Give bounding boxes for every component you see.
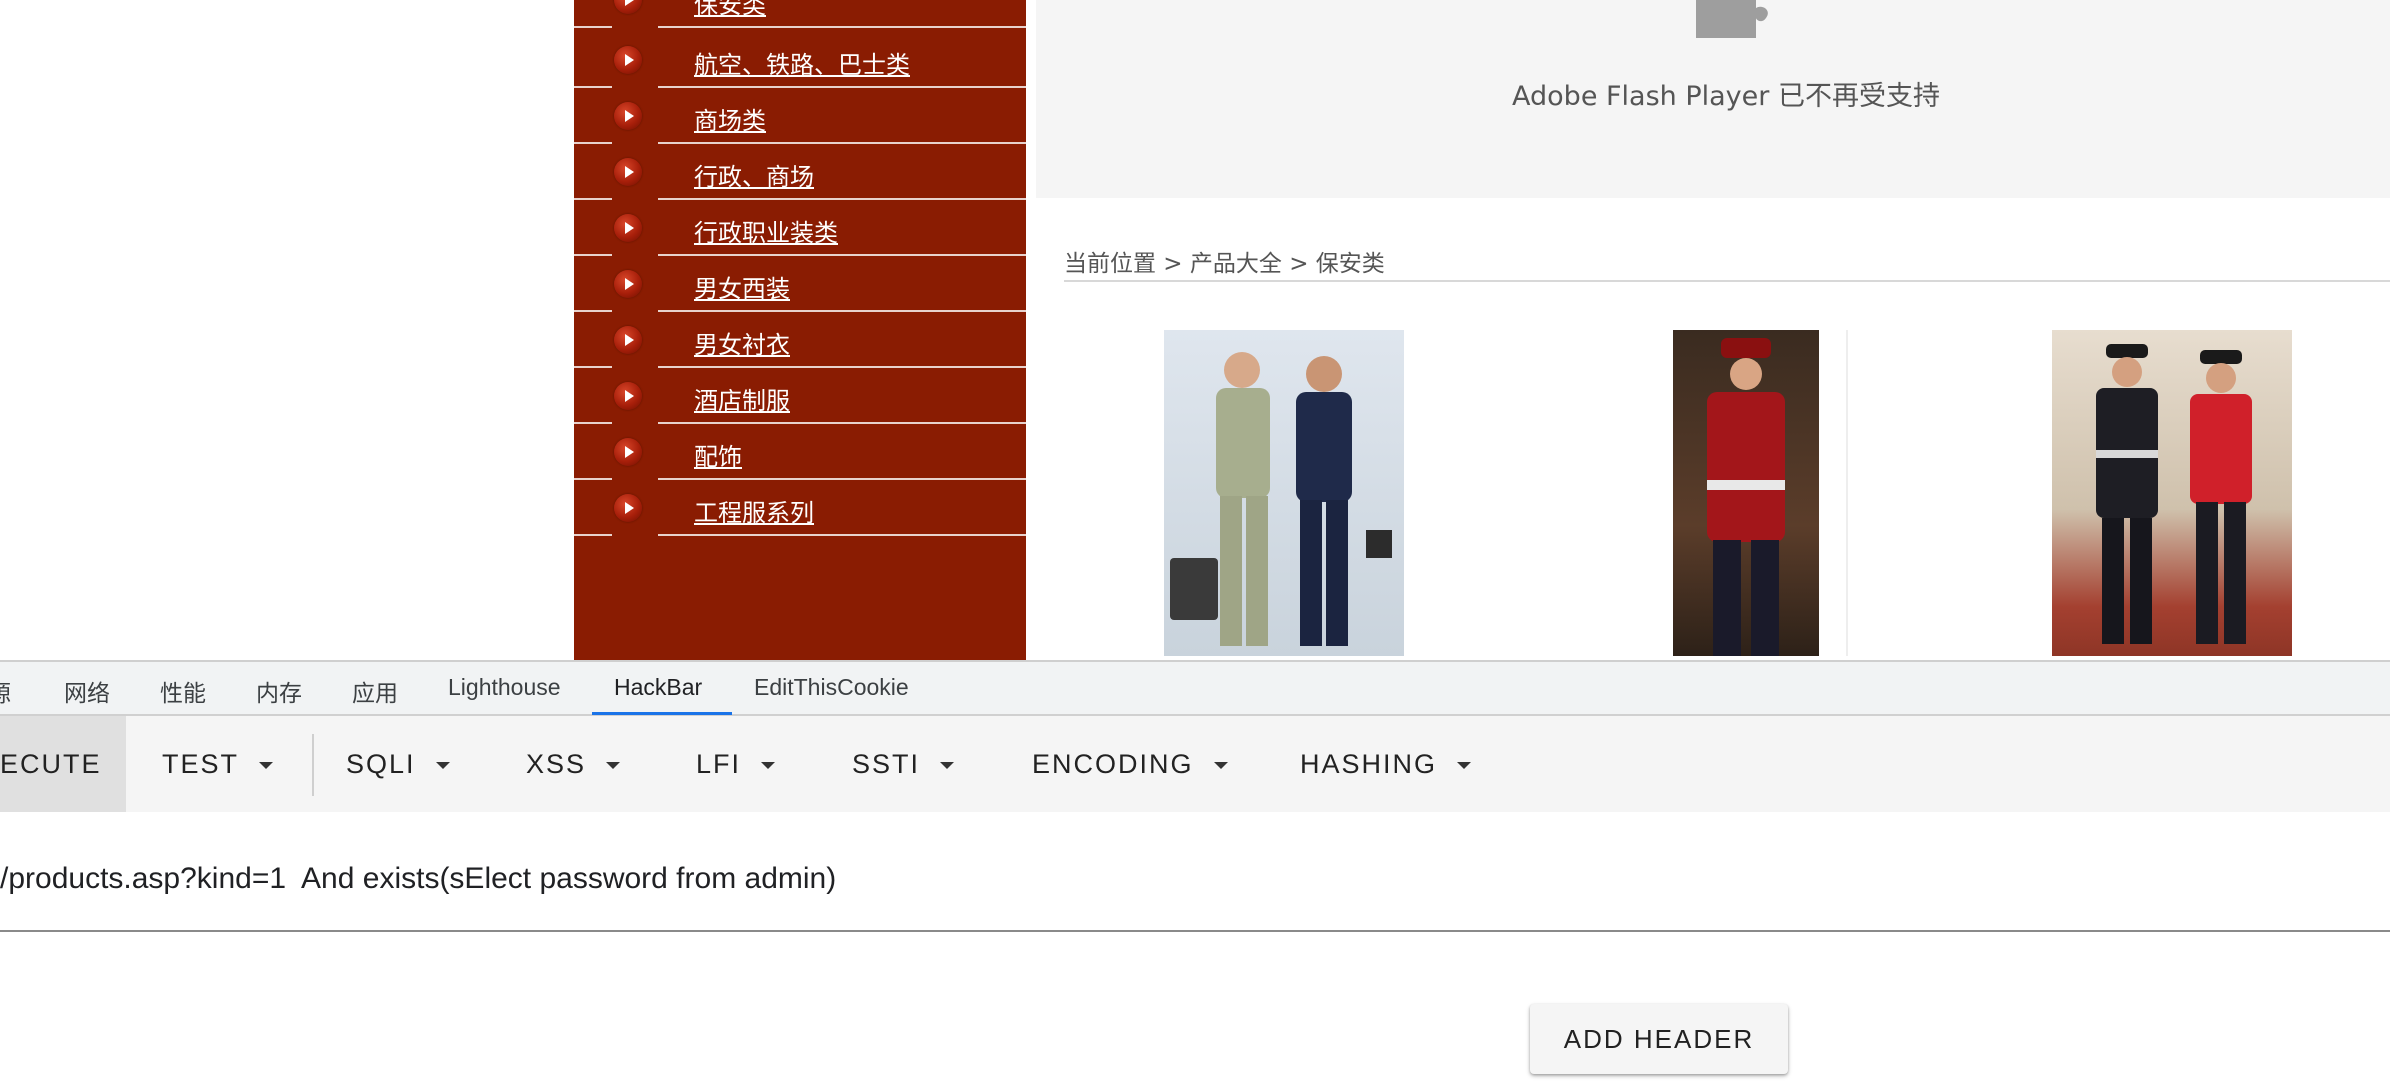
sidebar-item-label[interactable]: 行政职业装类 (694, 213, 838, 248)
sidebar-item-label[interactable]: 男女西装 (694, 269, 790, 304)
play-bullet-icon (614, 382, 642, 410)
tab-sources[interactable]: 源 (0, 674, 11, 708)
breadcrumb: 当前位置 > 产品大全 > 保安类 (1064, 251, 1385, 277)
sidebar-item-label[interactable]: 配饰 (694, 437, 742, 472)
devtools-panel: 源 网络 性能 内存 应用 Lighthouse HackBar EditThi… (0, 660, 2390, 1082)
lfi-label: LFI (696, 749, 742, 779)
sidebar-item-office-wear[interactable]: 行政职业装类 (574, 200, 1026, 256)
tab-network[interactable]: 网络 (64, 674, 110, 708)
caret-down-icon (1213, 762, 1228, 770)
sidebar-item-aviation[interactable]: 航空、铁路、巴士类 (574, 32, 1026, 88)
sidebar-item-label[interactable]: 航空、铁路、巴士类 (694, 45, 910, 80)
hashing-dropdown-button[interactable]: HASHING (1300, 716, 1472, 812)
caret-down-icon (435, 762, 450, 770)
breadcrumb-divider (1064, 280, 2390, 282)
sidebar-item-label[interactable]: 行政、商场 (694, 157, 814, 192)
hackbar-toolbar: ECUTE TEST SQLI XSS LFI SSTI ENCODING HA… (0, 716, 2390, 812)
url-input-underline (0, 930, 2390, 932)
product-photo-red-uniform (1707, 338, 1785, 656)
play-bullet-icon (614, 270, 642, 298)
play-bullet-icon (614, 158, 642, 186)
sidebar-item-label[interactable]: 商场类 (694, 101, 766, 136)
tab-lighthouse[interactable]: Lighthouse (448, 674, 561, 701)
play-bullet-icon (614, 214, 642, 242)
caret-down-icon (259, 762, 274, 770)
product-image-red-guard[interactable] (1673, 330, 1819, 656)
sqli-label: SQLI (346, 749, 416, 779)
sidebar-item-label[interactable]: 男女衬衣 (694, 325, 790, 360)
encoding-label: ENCODING (1032, 749, 1194, 779)
test-dropdown-button[interactable]: TEST (162, 716, 274, 812)
sidebar-item-suits[interactable]: 男女西装 (574, 256, 1026, 312)
play-bullet-icon (614, 0, 642, 14)
xss-dropdown-button[interactable]: XSS (526, 716, 621, 812)
product-photo-black-red-uniforms (2096, 344, 2252, 644)
ssti-dropdown-button[interactable]: SSTI (852, 716, 955, 812)
url-input[interactable]: /products.asp?kind=1 And exists(sElect p… (0, 862, 836, 896)
ssti-label: SSTI (852, 749, 921, 779)
product-image-two-guards[interactable] (2052, 330, 2292, 656)
flash-unsupported-message: Adobe Flash Player 已不再受支持 (1512, 81, 1940, 112)
sidebar-item-hotel-uniforms[interactable]: 酒店制服 (574, 368, 1026, 424)
play-bullet-icon (614, 494, 642, 522)
sidebar-item-label[interactable]: 保安类 (694, 0, 766, 20)
active-tab-indicator (592, 712, 732, 715)
sidebar-item-accessories[interactable]: 配饰 (574, 424, 1026, 480)
caret-down-icon (1457, 762, 1472, 770)
sidebar-item-mall[interactable]: 商场类 (574, 88, 1026, 144)
screen: 保安类 航空、铁路、巴士类 商场类 行政、商场 行政职业装类 男女西装 男女衬衣… (0, 0, 2390, 1082)
caret-down-icon (606, 762, 621, 770)
sqli-dropdown-button[interactable]: SQLI (346, 716, 450, 812)
sidebar-item-security[interactable]: 保安类 (574, 0, 1026, 28)
devtools-tab-bar: 源 网络 性能 内存 应用 Lighthouse HackBar EditThi… (0, 662, 2390, 716)
sidebar-item-label[interactable]: 工程服系列 (694, 493, 814, 528)
execute-label: ECUTE (0, 749, 102, 779)
play-bullet-icon (614, 438, 642, 466)
product-photo-two-workers (1170, 352, 1392, 646)
tab-memory[interactable]: 内存 (256, 674, 302, 708)
product-separator (1846, 330, 1848, 656)
tab-performance[interactable]: 性能 (160, 674, 206, 708)
play-bullet-icon (614, 326, 642, 354)
hashing-label: HASHING (1300, 749, 1438, 779)
play-bullet-icon (614, 46, 642, 74)
caret-down-icon (761, 762, 776, 770)
tab-application[interactable]: 应用 (352, 674, 398, 708)
website-viewport: 保安类 航空、铁路、巴士类 商场类 行政、商场 行政职业装类 男女西装 男女衬衣… (0, 0, 2390, 660)
lfi-dropdown-button[interactable]: LFI (696, 716, 776, 812)
encoding-dropdown-button[interactable]: ENCODING (1032, 716, 1228, 812)
product-image-workwear[interactable] (1164, 330, 1404, 656)
add-header-button[interactable]: ADD HEADER (1530, 1004, 1788, 1074)
sidebar-item-workwear[interactable]: 工程服系列 (574, 480, 1026, 536)
test-label: TEST (162, 749, 240, 779)
tab-editthiscookie[interactable]: EditThisCookie (754, 674, 909, 701)
toolbar-divider (312, 734, 314, 796)
flash-placeholder: Adobe Flash Player 已不再受支持 (1036, 0, 2390, 198)
sidebar-item-shirts[interactable]: 男女衬衣 (574, 312, 1026, 368)
sidebar-item-label[interactable]: 酒店制服 (694, 381, 790, 416)
caret-down-icon (940, 762, 955, 770)
category-sidebar: 保安类 航空、铁路、巴士类 商场类 行政、商场 行政职业装类 男女西装 男女衬衣… (574, 0, 1026, 660)
play-bullet-icon (614, 102, 642, 130)
puzzle-piece-icon (1696, 0, 1768, 38)
xss-label: XSS (526, 749, 587, 779)
execute-button[interactable]: ECUTE (0, 716, 126, 812)
tab-hackbar[interactable]: HackBar (614, 674, 702, 701)
sidebar-item-admin-mall[interactable]: 行政、商场 (574, 144, 1026, 200)
